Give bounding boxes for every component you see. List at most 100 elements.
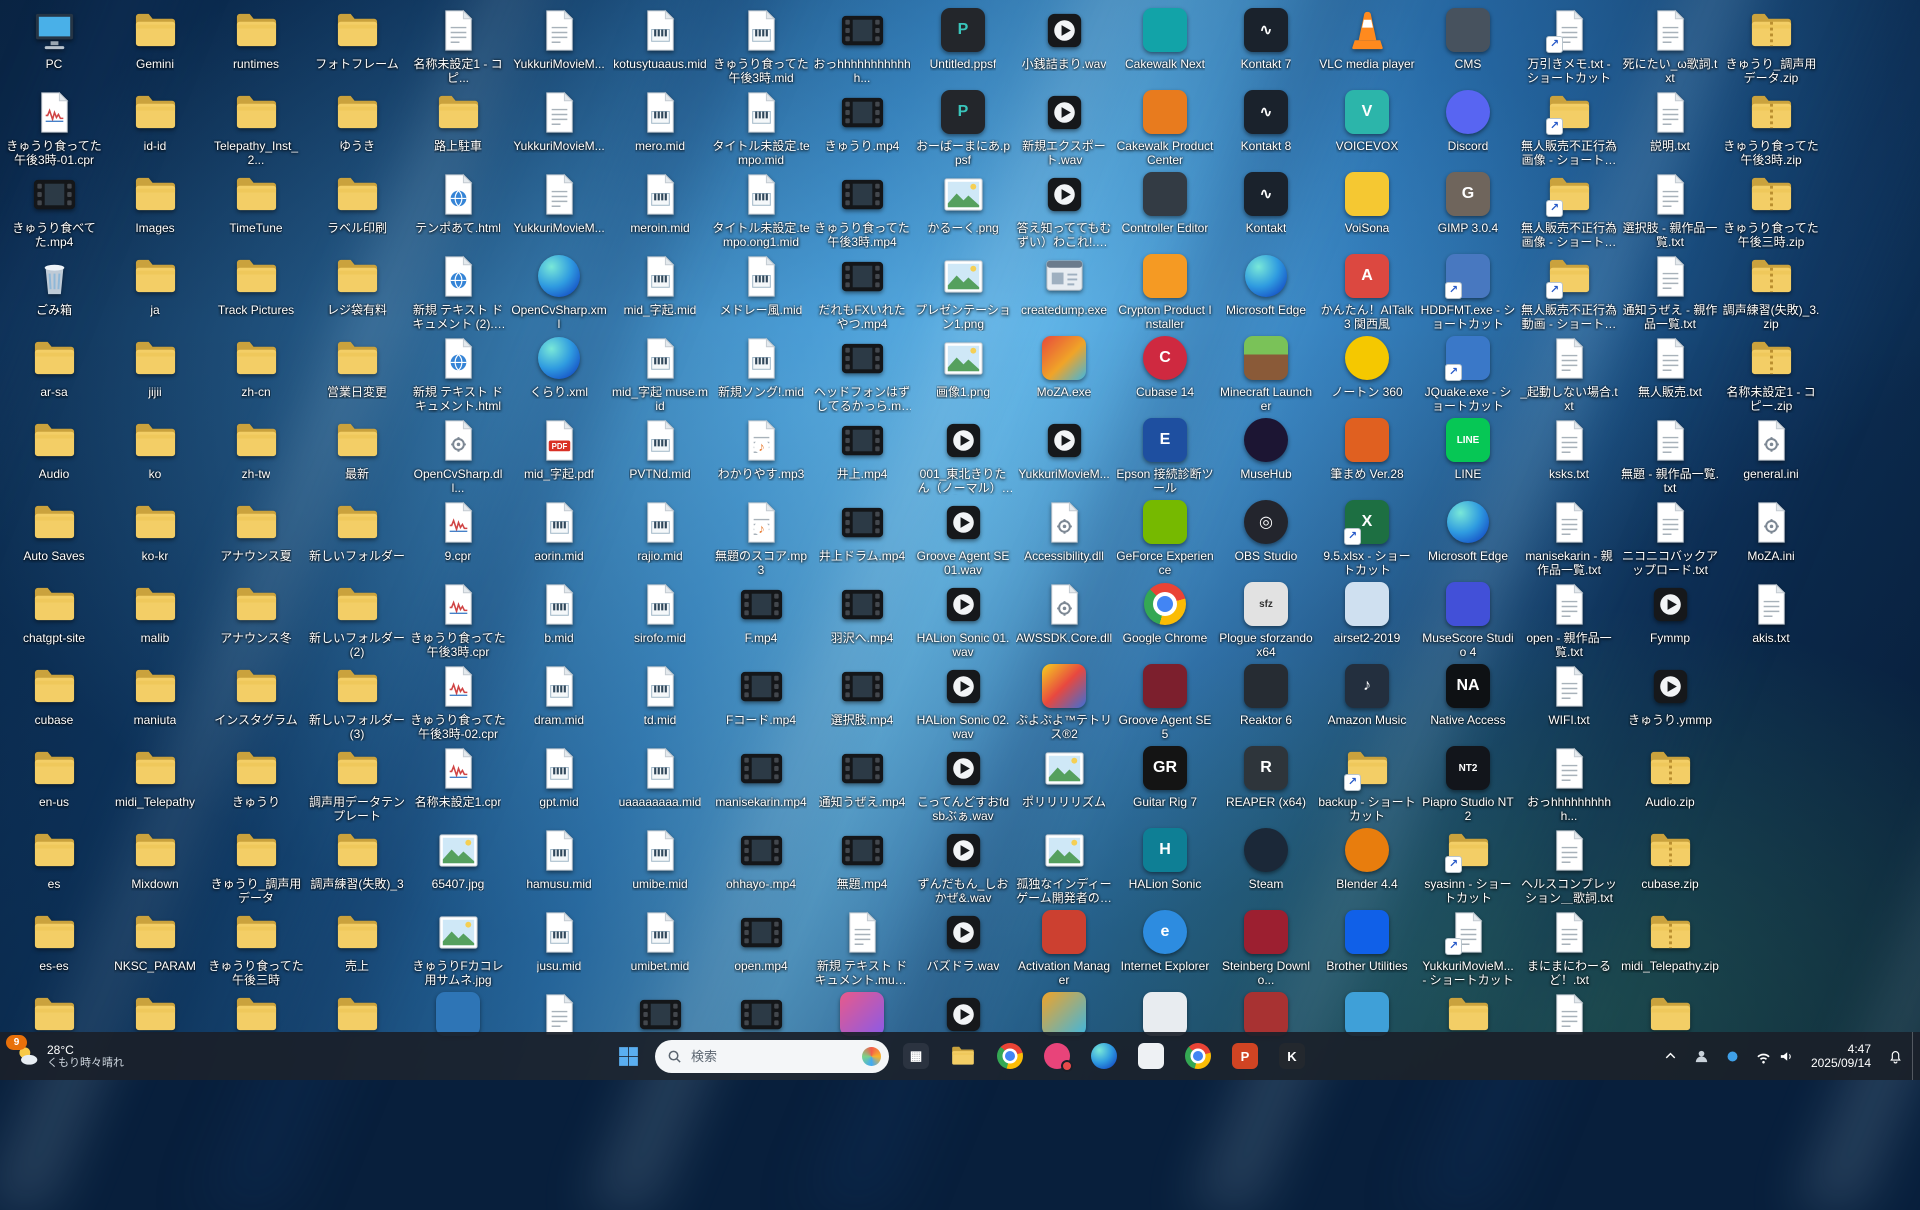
desktop-icon[interactable]: airset2-2019	[1317, 580, 1417, 645]
desktop-icon[interactable]: td.mid	[610, 662, 710, 727]
desktop-icon[interactable]: ∿Kontakt 7	[1216, 6, 1316, 71]
desktop-icon[interactable]: HHALion Sonic	[1115, 826, 1215, 891]
desktop-icon[interactable]: 無題.mp4	[812, 826, 912, 891]
desktop-icon[interactable]: jijii	[105, 334, 205, 399]
desktop-icon[interactable]: ja	[105, 252, 205, 317]
desktop-icon[interactable]: WIFI.txt	[1519, 662, 1619, 727]
desktop-icon[interactable]: Blender 4.4	[1317, 826, 1417, 891]
desktop-icon[interactable]: ゆうき	[307, 88, 407, 153]
desktop-icon[interactable]: NT2Piapro Studio NT2	[1418, 744, 1518, 823]
powerpoint[interactable]: P	[1225, 1036, 1265, 1076]
desktop-icon[interactable]: dram.mid	[509, 662, 609, 727]
desktop-icon[interactable]: LINELINE	[1418, 416, 1518, 481]
desktop-icon[interactable]: b.mid	[509, 580, 609, 645]
desktop-icon[interactable]: Microsoft Edge	[1418, 498, 1518, 563]
desktop-icon[interactable]: ずんだもん_しおかぜ&.wav	[913, 826, 1013, 905]
desktop-icon[interactable]: 9.cpr	[408, 498, 508, 563]
desktop-icon[interactable]: manisekarin - 親作品一覧.txt	[1519, 498, 1619, 577]
clock[interactable]: 4:47 2025/09/14	[1803, 1042, 1879, 1070]
desktop-icon[interactable]: VVOICEVOX	[1317, 88, 1417, 153]
desktop-icon[interactable]: ∿Kontakt 8	[1216, 88, 1316, 153]
desktop-icon[interactable]: VLC media player	[1317, 6, 1417, 71]
desktop-icon[interactable]: 新規エクスポート.wav	[1014, 88, 1114, 167]
desktop-icon[interactable]: Gemini	[105, 6, 205, 71]
desktop-icon[interactable]: 調声用データテンプレート	[307, 744, 407, 823]
tray-app-2[interactable]	[1718, 1036, 1747, 1076]
desktop-icon[interactable]: Reaktor 6	[1216, 662, 1316, 727]
desktop-icon[interactable]: kotusytuaaus.mid	[610, 6, 710, 71]
desktop-icon[interactable]: PC	[4, 6, 104, 71]
desktop-icon[interactable]: 001_東北きりたん（ノーマル）_今しゃ...	[913, 416, 1013, 495]
desktop-icon[interactable]: きゅうり食ってた午後3時.cpr	[408, 580, 508, 659]
desktop-icon[interactable]: ↗syasinn - ショートカット	[1418, 826, 1518, 905]
desktop-icon[interactable]: HALion Sonic 02.wav	[913, 662, 1013, 741]
desktop-icon[interactable]: RREAPER (x64)	[1216, 744, 1316, 809]
desktop-icon[interactable]: きゅうり.mp4	[812, 88, 912, 153]
desktop-icon[interactable]: EEpson 接続診断ツール	[1115, 416, 1215, 495]
desktop-icon[interactable]: akis.txt	[1721, 580, 1821, 645]
desktop-icon[interactable]: Steam	[1216, 826, 1316, 891]
desktop-icon[interactable]: AWSSDK.Core.dll	[1014, 580, 1114, 645]
desktop-icon[interactable]: 説明.txt	[1620, 88, 1720, 153]
desktop-icon[interactable]: Audio	[4, 416, 104, 481]
desktop-icon[interactable]: きゅうり食ってた午後三時.zip	[1721, 170, 1821, 249]
desktop-icon[interactable]: GGIMP 3.0.4	[1418, 170, 1518, 235]
show-desktop-strip[interactable]	[1912, 1032, 1918, 1080]
weather-widget[interactable]: 9 28°C くもり時々晴れ	[4, 1032, 134, 1080]
desktop-icon[interactable]: ごみ箱	[4, 252, 104, 317]
desktop-icon[interactable]: Track Pictures	[206, 252, 306, 317]
desktop-icon[interactable]: タイトル未設定.tempo.mid	[711, 88, 811, 167]
file-explorer[interactable]	[943, 1036, 983, 1076]
desktop-icon[interactable]: Controller Editor	[1115, 170, 1215, 235]
desktop-icon[interactable]: 井上ドラム.mp4	[812, 498, 912, 563]
edge-browser[interactable]	[1084, 1036, 1124, 1076]
desktop-icon[interactable]: _起動しない場合.txt	[1519, 334, 1619, 413]
desktop-icon[interactable]: 選択肢 - 親作品一覧.txt	[1620, 170, 1720, 249]
desktop-icon[interactable]: mid_字起.mid	[610, 252, 710, 317]
desktop-icon[interactable]: 新しいフォルダー (2)	[307, 580, 407, 659]
desktop-icon[interactable]: aorin.mid	[509, 498, 609, 563]
desktop-icon[interactable]: NKSC_PARAM	[105, 908, 205, 973]
desktop-icon[interactable]: chatgpt-site	[4, 580, 104, 645]
desktop-icon[interactable]: sfzPlogue sforzando x64	[1216, 580, 1316, 659]
desktop-icon[interactable]: zh-tw	[206, 416, 306, 481]
desktop-icon[interactable]: おっhhhhhhhhhh...	[1519, 744, 1619, 823]
desktop-icon[interactable]: 無人販売.txt	[1620, 334, 1720, 399]
desktop-icon[interactable]: ニコニコバックアップロード.txt	[1620, 498, 1720, 577]
desktop-icon[interactable]: rajio.mid	[610, 498, 710, 563]
desktop-icon[interactable]: cubase	[4, 662, 104, 727]
desktop-icon[interactable]: ohhayo-.mp4	[711, 826, 811, 891]
desktop-icon[interactable]: X↗9.5.xlsx - ショートカット	[1317, 498, 1417, 577]
desktop-icon[interactable]: きゅうり.ymmp	[1620, 662, 1720, 727]
desktop-icon[interactable]: 新規 テキスト ドキュメント.musicxml	[812, 908, 912, 987]
desktop-icon[interactable]: maniuta	[105, 662, 205, 727]
desktop-icon[interactable]: Minecraft Launcher	[1216, 334, 1316, 413]
desktop-icon[interactable]: Aかんたん！AITalk 3 関西風	[1317, 252, 1417, 331]
desktop-icon[interactable]: きゅうり食べてた.mp4	[4, 170, 104, 249]
desktop-icon[interactable]: 名称未設定1 - コピ...	[408, 6, 508, 85]
desktop-icon[interactable]: 65407.jpg	[408, 826, 508, 891]
desktop-icon[interactable]: こってんどすおfdsbぶぁ.wav	[913, 744, 1013, 823]
desktop-icon[interactable]: きゅうり食ってた午後3時.mid	[711, 6, 811, 85]
desktop-icon[interactable]: ♪わかりやす.mp3	[711, 416, 811, 481]
desktop-icon[interactable]: きゅうり_調声用データ.zip	[1721, 6, 1821, 85]
desktop-icon[interactable]: 無題 - 親作品一覧.txt	[1620, 416, 1720, 495]
desktop-icon[interactable]: Mixdown	[105, 826, 205, 891]
desktop-icon[interactable]: open - 親作品一覧.txt	[1519, 580, 1619, 659]
widgets-app[interactable]: ▦	[896, 1036, 936, 1076]
desktop-icon[interactable]: ノートン 360	[1317, 334, 1417, 399]
desktop-icon[interactable]: OpenCvSharp.dll...	[408, 416, 508, 495]
desktop-icon[interactable]: mero.mid	[610, 88, 710, 153]
desktop-icon[interactable]: uaaaaaaaa.mid	[610, 744, 710, 809]
desktop-icon[interactable]: ↗万引きメモ.txt - ショートカット	[1519, 6, 1619, 85]
desktop-icon[interactable]: まにまにわーるど！.txt	[1519, 908, 1619, 987]
desktop-icon[interactable]: createdump.exe	[1014, 252, 1114, 317]
desktop-icon[interactable]: Discord	[1418, 88, 1518, 153]
desktop-icon[interactable]: 新しいフォルダー	[307, 498, 407, 563]
desktop-icon[interactable]: ♪Amazon Music	[1317, 662, 1417, 727]
desktop-icon[interactable]: YukkuriMovieM...	[509, 88, 609, 153]
desktop-icon[interactable]: Fコード.mp4	[711, 662, 811, 727]
desktop-icon[interactable]: YukkuriMovieM...	[509, 6, 609, 71]
desktop-icon[interactable]: PUntitled.ppsf	[913, 6, 1013, 71]
kontakt-app[interactable]: K	[1272, 1036, 1312, 1076]
